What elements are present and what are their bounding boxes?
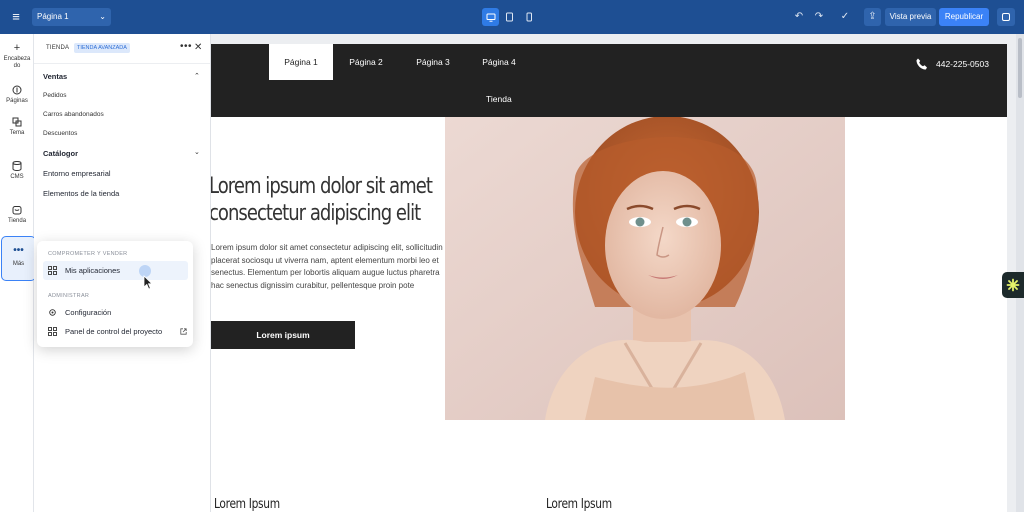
menu-item-my-apps[interactable]: Mis aplicaciones [43,261,188,280]
nav-tab-page-4[interactable]: Página 4 [469,44,529,80]
chevron-down-icon[interactable]: ⌄ [194,148,200,156]
item-carros-abandonados[interactable]: Carros abandonados [43,111,104,118]
database-icon [12,161,22,172]
share-icon[interactable]: ⇪ [864,8,881,26]
gear-icon [49,309,56,316]
plus-icon: + [13,42,21,54]
desktop-icon [486,13,495,22]
mobile-view-button[interactable] [520,8,537,26]
menu-item-settings[interactable]: Configuración [43,303,188,322]
rail-item-store[interactable]: Tienda [0,204,34,225]
more-options-icon[interactable]: ••• [180,41,192,52]
page-selector[interactable]: Página 1 ⌄ [32,8,111,26]
rail-item-cms[interactable]: CMS [0,160,34,181]
panel-title: TIENDA [46,45,70,51]
section-heading-1: Lorem Ipsum [214,497,280,512]
hero-portrait-image [445,117,845,420]
panel-header: TIENDA TIENDA AVANZADA ••• ✕ [34,34,210,64]
phone-contact[interactable]: 442-225-0503 [915,56,989,72]
rail-item-header[interactable]: + Encabezado [0,42,34,70]
page-selector-label: Página 1 [37,12,69,21]
rail-item-label: Tema [9,130,25,136]
rail-item-label: Tienda [7,218,27,224]
rail-item-label: CMS [10,174,24,180]
hero-description: Lorem ipsum dolor sit amet consectetur a… [211,243,443,291]
hero-cta-button[interactable]: Lorem ipsum [211,321,355,349]
more-dots-icon: ••• [13,245,24,256]
rail-item-label: Páginas [6,98,28,104]
menu-category-engage: COMPROMETER Y VENDER [48,251,128,257]
sparkle-icon [1006,278,1020,292]
menu-item-label: Panel de control del proyecto [65,327,163,336]
close-icon[interactable]: ✕ [194,42,202,53]
menu-category-admin: ADMINISTRAR [48,293,90,299]
hero-title-line-1: Lorem ipsum dolor sit amet [211,174,433,199]
phone-icon [916,58,927,70]
advanced-store-badge: TIENDA AVANZADA [74,43,130,53]
rail-item-more[interactable]: ••• Más [1,236,36,281]
undo-icon[interactable]: ↶ [792,9,806,25]
desktop-view-button[interactable] [482,8,499,26]
menu-item-label: Mis aplicaciones [65,266,121,275]
hero-title-line-2: consectetur adipiscing elit [211,201,421,226]
palette-icon [12,117,22,127]
device-switcher [482,8,537,26]
item-entorno-empresarial[interactable]: Entorno empresarial [43,169,111,178]
rail-item-label: Más [12,261,25,267]
nav-tab-page-3[interactable]: Página 3 [403,44,463,80]
republish-button[interactable]: Republicar [939,8,989,26]
layers-button[interactable] [997,8,1015,26]
assistant-widget[interactable] [1002,272,1024,298]
mobile-icon [526,12,532,22]
left-rail: + Encabezado Páginas Tema CMS Tienda •••… [0,34,36,512]
check-icon[interactable]: ✓ [838,9,852,25]
scrollbar-thumb[interactable] [1018,38,1022,98]
pages-icon [12,85,22,95]
section-ventas[interactable]: Ventas [43,72,67,81]
more-menu-popup: COMPROMETER Y VENDER Mis aplicaciones AD… [37,241,193,347]
store-icon [12,206,22,215]
item-descuentos[interactable]: Descuentos [43,130,77,137]
mouse-cursor-icon [143,275,153,290]
section-catalogo[interactable]: Catálogor [43,149,78,158]
site-preview: Página 1 Página 2 Página 3 Página 4 442-… [211,44,1007,512]
hero-title: Lorem ipsum dolor sit amet consectetur a… [211,173,433,227]
section-heading-2: Lorem Ipsum [546,497,612,512]
menu-item-label: Configuración [65,308,112,317]
rail-item-label: Encabezado [3,56,31,69]
phone-number: 442-225-0503 [936,59,989,69]
apps-grid-icon [48,266,57,275]
item-elementos-tienda[interactable]: Elementos de la tienda [43,189,119,198]
menu-item-project-dashboard[interactable]: Panel de control del proyecto [43,322,188,341]
apps-grid-icon [48,327,57,336]
layers-icon [1002,13,1010,21]
nav-tab-page-2[interactable]: Página 2 [336,44,396,80]
chevron-down-icon: ⌄ [99,12,106,21]
external-link-icon [180,328,187,335]
nav-tab-page-1[interactable]: Página 1 [269,44,333,80]
nav-store-link[interactable]: Tienda [486,94,512,104]
top-toolbar: ≡ Página 1 ⌄ ↶ ↷ ✓ ⇪ Vista previa Republ… [0,0,1024,34]
rail-item-pages[interactable]: Páginas [0,84,34,105]
redo-icon[interactable]: ↷ [812,9,826,25]
tablet-view-button[interactable] [501,8,518,26]
item-pedidos[interactable]: Pedidos [43,92,67,99]
preview-button[interactable]: Vista previa [885,8,936,26]
rail-item-theme[interactable]: Tema [0,116,34,137]
menu-icon[interactable]: ≡ [9,9,23,25]
site-header: Página 1 Página 2 Página 3 Página 4 442-… [211,44,1007,117]
tablet-icon [506,12,513,22]
chevron-up-icon[interactable]: ⌃ [194,72,200,80]
